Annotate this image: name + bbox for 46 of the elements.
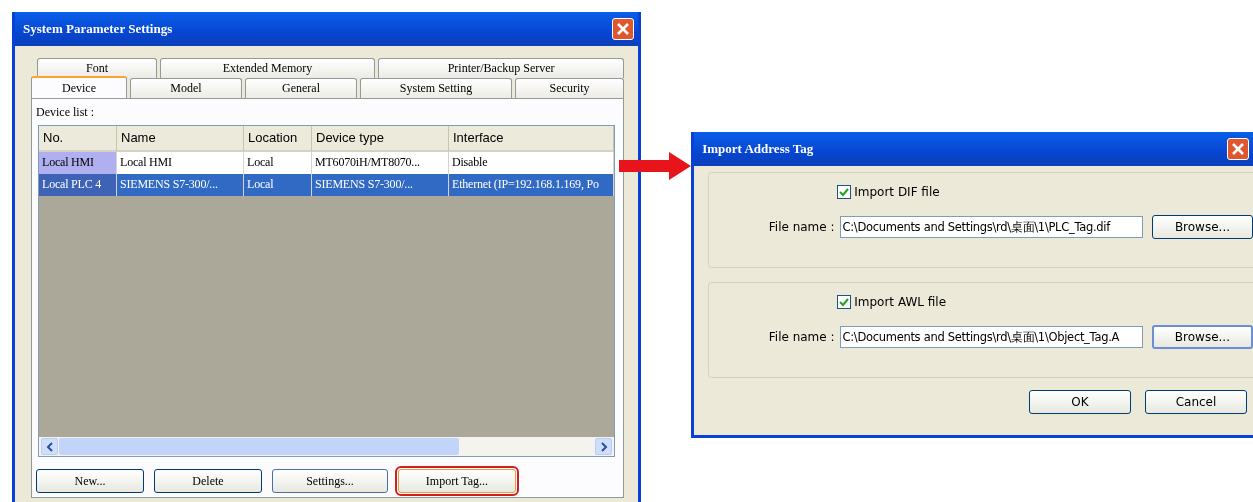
scroll-right-button[interactable] bbox=[595, 438, 613, 455]
table-cell: Local PLC 4 bbox=[39, 174, 117, 196]
checkbox[interactable] bbox=[837, 295, 852, 309]
dialog-button[interactable]: Cancel bbox=[1145, 390, 1247, 414]
checkbox-label: Import DIF file bbox=[854, 185, 940, 199]
field-label: File name : bbox=[767, 220, 835, 234]
close-icon bbox=[616, 22, 631, 36]
tab[interactable]: System Setting bbox=[360, 78, 512, 98]
input-field[interactable]: C:\Documents and Settings\rd\桌面\1\PLC_Tag.dif bbox=[839, 216, 1143, 238]
tab[interactable]: General bbox=[245, 78, 357, 98]
table-cell: Ethernet (IP=192.168.1.169, Po bbox=[449, 174, 615, 196]
tab[interactable]: Extended Memory bbox=[160, 58, 375, 78]
table-cell: Local bbox=[244, 174, 312, 196]
chevron-left-icon bbox=[45, 441, 54, 452]
dialog-button[interactable]: New... bbox=[36, 469, 144, 493]
dialog-button[interactable]: Import Tag... bbox=[398, 469, 516, 493]
arrow-icon bbox=[619, 152, 692, 180]
chevron-right-icon bbox=[599, 441, 608, 452]
browse-button[interactable]: Browse... bbox=[1151, 325, 1253, 349]
tab[interactable]: Model bbox=[130, 78, 242, 98]
window-title: Import Address Tag bbox=[702, 141, 814, 157]
close-button[interactable] bbox=[612, 18, 635, 40]
close-button[interactable] bbox=[1227, 138, 1249, 160]
table-cell: SIEMENS S7-300/... bbox=[117, 174, 244, 196]
table-cell: Local HMI bbox=[39, 152, 117, 174]
table-row[interactable]: Local PLC 4 SIEMENS S7-300/... Local SIEMENS S7-300/... Ethernet (IP=192.168.1.169, Po bbox=[39, 174, 615, 196]
checkbox-label: Import AWL file bbox=[854, 295, 947, 309]
field-label: File name : bbox=[767, 330, 835, 344]
table-row[interactable]: Local HMI Local HMI Local MT6070iH/MT8070... Disable bbox=[39, 152, 615, 174]
checkbox[interactable] bbox=[837, 185, 852, 199]
tab[interactable]: Device bbox=[31, 76, 127, 98]
horizontal-scrollbar[interactable] bbox=[39, 437, 615, 456]
scroll-left-button[interactable] bbox=[41, 438, 58, 455]
input-field[interactable]: C:\Documents and Settings\rd\桌面\1\Object_Tag.A bbox=[839, 326, 1143, 348]
table-cell: SIEMENS S7-300/... bbox=[312, 174, 449, 196]
dialog-button[interactable]: OK bbox=[1029, 390, 1131, 414]
tab[interactable]: Printer/Backup Server bbox=[378, 58, 625, 78]
dialog-button[interactable]: Delete bbox=[154, 469, 262, 493]
close-icon bbox=[1231, 142, 1245, 156]
window-title: System Parameter Settings bbox=[23, 21, 173, 37]
dialog-button[interactable]: Settings... bbox=[272, 469, 388, 493]
browse-button[interactable]: Browse... bbox=[1151, 215, 1253, 239]
tab[interactable]: Security bbox=[515, 78, 625, 98]
device-list-label: Device list : bbox=[36, 105, 95, 119]
scroll-thumb[interactable] bbox=[59, 438, 459, 455]
tab[interactable]: Font bbox=[37, 58, 157, 78]
